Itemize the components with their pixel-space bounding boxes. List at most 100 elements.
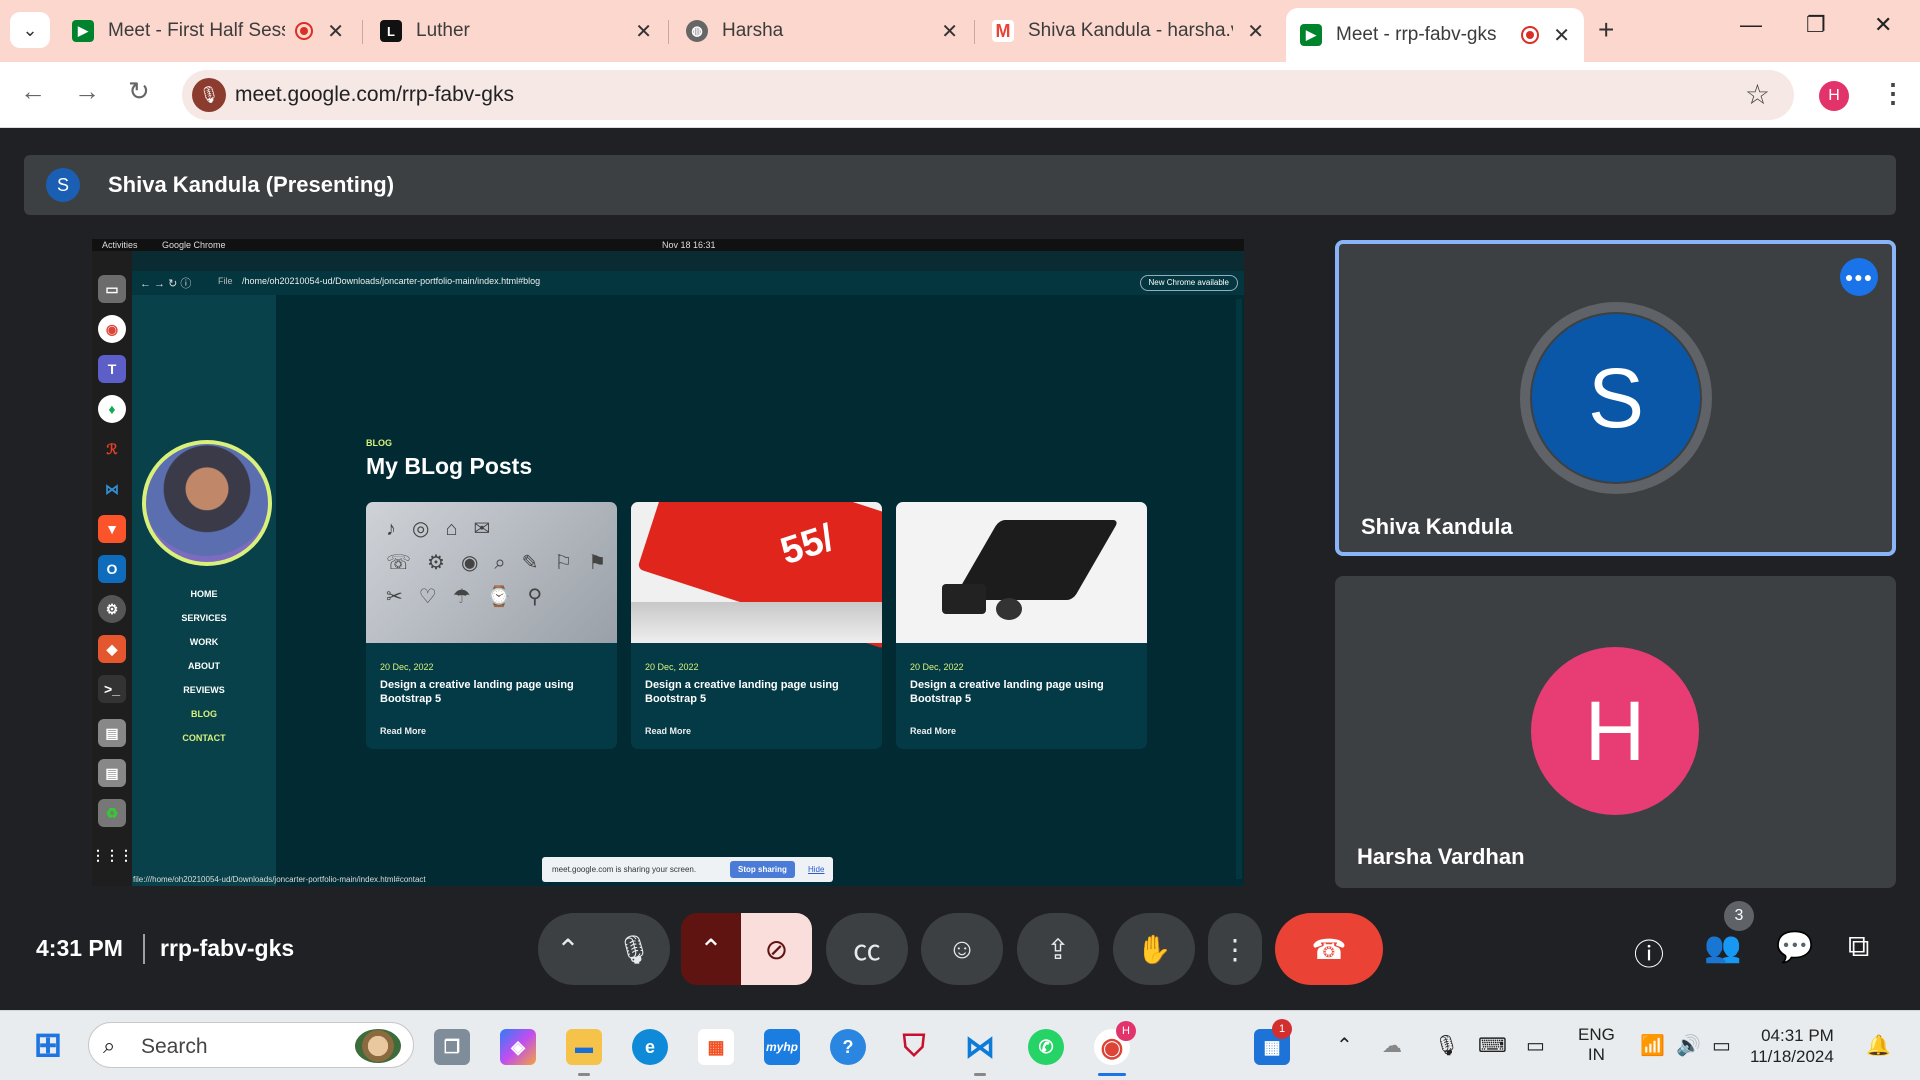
copilot-icon[interactable]: ◈: [500, 1029, 536, 1065]
windows-taskbar: ⊞ ⌕ Search ❐ ◈ ▬ e ▦ myhp ? ⛉ ⋈ ✆ ◉ H ▦ …: [0, 1010, 1920, 1080]
nav-blog: BLOG: [191, 709, 217, 719]
forward-button[interactable]: →: [74, 76, 100, 107]
microsoft-store-icon[interactable]: ▦: [698, 1029, 734, 1065]
nav-reviews: REVIEWS: [183, 685, 225, 695]
edge-icon[interactable]: e: [632, 1029, 668, 1065]
terminal-icon: >_: [98, 675, 126, 703]
more-options-button[interactable]: ⋮: [1208, 913, 1262, 985]
notification-center-icon[interactable]: 🔔: [1866, 1033, 1891, 1058]
tab-search-button[interactable]: ⌄: [10, 12, 50, 48]
google-meet-icon: ▶: [1300, 24, 1322, 46]
tab-separator: [668, 20, 669, 44]
browser-menu-icon[interactable]: ⋮: [1880, 78, 1906, 109]
browser-tab-meet-rrp[interactable]: ▶ Meet - rrp-fabv-gks ✕: [1286, 8, 1584, 62]
whatsapp-icon[interactable]: ✆: [1028, 1029, 1064, 1065]
reload-button[interactable]: ↻: [128, 76, 150, 107]
hang-up-icon: ☎: [1311, 933, 1347, 965]
captions-button[interactable]: ㏄: [826, 913, 908, 985]
browser-tab-harsha[interactable]: ◍ Harsha ✕: [672, 10, 972, 52]
display-icon[interactable]: ▭: [1526, 1033, 1545, 1058]
camera-off-icon: ⊘: [764, 933, 789, 965]
blog-section-tag: BLOG: [366, 438, 392, 448]
get-help-icon[interactable]: ?: [830, 1029, 866, 1065]
reactions-button[interactable]: ☺: [921, 913, 1003, 985]
chrome-profile-badge: H: [1116, 1021, 1136, 1041]
browser-tab-luther[interactable]: L Luther ✕: [366, 10, 666, 52]
language-code: ENG: [1578, 1025, 1615, 1044]
emoji-icon: ☺: [947, 933, 977, 964]
video-options-button[interactable]: ⌃: [681, 913, 741, 985]
audio-level-icon: ●●●: [1840, 258, 1878, 296]
show-hidden-icons[interactable]: ⌃: [1336, 1033, 1353, 1058]
address-bar[interactable]: 🎙 meet.google.com/rrp-fabv-gks ☆: [182, 70, 1794, 120]
files-icon: ▭: [98, 275, 126, 303]
browser-tab-gmail[interactable]: M Shiva Kandula - harsha.va ✕: [978, 10, 1278, 52]
close-window-icon[interactable]: ✕: [1874, 12, 1892, 38]
inner-browser-tabs: [132, 251, 1244, 271]
drive-icon: ▤: [98, 719, 126, 747]
nav-about: ABOUT: [188, 661, 220, 671]
clock-time: 04:31 PM: [1761, 1026, 1834, 1045]
audio-options-button[interactable]: ⌃: [538, 913, 598, 985]
close-tab-icon[interactable]: ✕: [941, 19, 958, 44]
close-tab-icon[interactable]: ✕: [1553, 23, 1570, 48]
meeting-code: rrp-fabv-gks: [160, 935, 295, 961]
people-icon[interactable]: 👥: [1704, 930, 1741, 965]
restore-window-icon[interactable]: ❐: [1806, 12, 1826, 38]
raise-hand-button[interactable]: ✋: [1113, 913, 1195, 985]
new-chrome-chip: New Chrome available: [1139, 275, 1238, 291]
microphone-icon: 🎙: [616, 933, 652, 965]
onedrive-icon[interactable]: ☁: [1382, 1033, 1402, 1058]
shared-screen: Activities Google Chrome Nov 18 16:31 ▭ …: [92, 239, 1244, 886]
search-icon: ⌕: [103, 1033, 116, 1058]
microphone-in-use-icon[interactable]: 🎙: [192, 78, 226, 112]
taskbar-search[interactable]: ⌕ Search: [88, 1022, 414, 1068]
system-clock[interactable]: 04:31 PM 11/18/2024: [1750, 1025, 1834, 1067]
active-app-label: Google Chrome: [162, 240, 226, 250]
nav-home: HOME: [190, 589, 218, 599]
microphone-button[interactable]: 🎙: [598, 913, 670, 985]
volume-icon[interactable]: 🔊: [1676, 1033, 1701, 1058]
microphone-tray-icon[interactable]: 🎙: [1434, 1033, 1459, 1058]
windows-start-icon[interactable]: ⊞: [30, 1026, 66, 1064]
wifi-icon[interactable]: 📶: [1640, 1033, 1665, 1058]
file-explorer-icon[interactable]: ▬: [566, 1029, 602, 1065]
vscode-icon: ⋈: [105, 480, 119, 497]
bookmark-star-icon[interactable]: ☆: [1745, 78, 1770, 111]
close-tab-icon[interactable]: ✕: [1247, 19, 1264, 44]
camera-off-button[interactable]: ⊘: [741, 913, 812, 985]
share-notice-text: meet.google.com is sharing your screen.: [552, 865, 697, 874]
battery-icon[interactable]: ▭: [1712, 1033, 1731, 1058]
close-tab-icon[interactable]: ✕: [327, 19, 344, 44]
browser-toolbar: ← → ↻ 🎙 meet.google.com/rrp-fabv-gks ☆ H…: [0, 62, 1920, 128]
task-view-icon[interactable]: ❐: [434, 1029, 470, 1065]
minimize-window-icon[interactable]: —: [1740, 12, 1762, 38]
keyboard-icon[interactable]: ⌨: [1478, 1033, 1507, 1058]
back-button[interactable]: ←: [20, 76, 46, 107]
close-tab-icon[interactable]: ✕: [635, 19, 652, 44]
browser-tab-meet-first-half[interactable]: ▶ Meet - First Half Sess ✕: [58, 10, 358, 52]
icon-pattern: ♪◎⌂✉☏⚙◉⌕✎⚐⚑✂♡☂⌚⚲: [386, 518, 617, 608]
chrome-icon: ◉: [98, 315, 126, 343]
chat-icon[interactable]: 💬: [1776, 930, 1813, 965]
chevron-up-icon: ⌃: [699, 933, 723, 965]
activities-icon[interactable]: ⧉: [1848, 930, 1869, 964]
meeting-details-icon[interactable]: ⓘ: [1634, 930, 1664, 974]
tab-title: Harsha: [722, 20, 784, 41]
vscode-taskbar-icon[interactable]: ⋈: [962, 1029, 998, 1065]
address-url[interactable]: meet.google.com/rrp-fabv-gks: [235, 83, 514, 107]
present-screen-icon: ⇪: [1046, 933, 1070, 965]
participant-tile-shiva[interactable]: S Shiva Kandula ●●●: [1335, 240, 1896, 556]
present-screen-button[interactable]: ⇪: [1017, 913, 1099, 985]
new-tab-button[interactable]: +: [1598, 14, 1614, 46]
mcafee-icon[interactable]: ⛉: [896, 1029, 932, 1065]
more-vert-icon: ⋮: [1221, 933, 1249, 965]
participant-tile-harsha[interactable]: H Harsha Vardhan: [1335, 576, 1896, 888]
read-more-link: Read More: [645, 726, 692, 736]
myhp-icon[interactable]: myhp: [764, 1029, 800, 1065]
language-indicator[interactable]: ENG IN: [1578, 1025, 1615, 1065]
profile-avatar[interactable]: H: [1819, 81, 1849, 111]
closed-captions-icon: ㏄: [852, 935, 881, 966]
leave-call-button[interactable]: ☎: [1275, 913, 1383, 985]
inner-browser-address-bar: ← → ↻ ⓘ File /home/oh20210054-ud/Downloa…: [132, 271, 1244, 295]
